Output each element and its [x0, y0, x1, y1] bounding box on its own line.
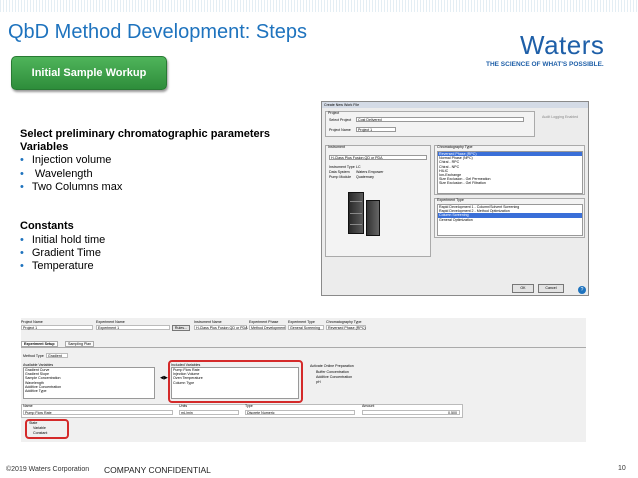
header-instrument-name: Instrument Name — [194, 320, 222, 324]
chromatography-type-field[interactable]: Reversed Phase (RPC) — [326, 325, 366, 330]
project-group-label: Project — [328, 111, 340, 115]
chromatography-type-list[interactable]: Reversed Phase (RPC) Normal Phase (NPC) … — [437, 151, 583, 194]
pump-module-label: Pump Module — [329, 175, 352, 179]
project-name-field[interactable]: Project 1 — [21, 325, 93, 330]
slide: QbD Method Development: Steps Waters THE… — [0, 0, 638, 478]
header-chromatography-type: Chromatography Type — [326, 320, 362, 324]
step-badge: Initial Sample Workup — [11, 56, 167, 90]
project-name-label: Project Name — [329, 128, 351, 132]
data-system-value: Waters Empower — [356, 170, 384, 174]
table-header-units: Units — [179, 404, 188, 408]
constant-item: • Temperature — [20, 260, 94, 272]
instrument-image — [348, 192, 364, 234]
prep-option-radio[interactable]: Buffer Concentration — [316, 370, 349, 374]
table-header-name: Name — [23, 404, 33, 408]
instrument-group-label: Instrument — [328, 145, 345, 149]
step-badge-label: Initial Sample Workup — [31, 67, 147, 79]
experiment-editor: Project Name Experiment Name Instrument … — [21, 318, 586, 442]
instrument-image-side — [366, 200, 380, 236]
included-variables-highlight — [168, 360, 303, 403]
create-work-file-dialog: Create New Work File Project Select Proj… — [321, 101, 589, 296]
list-item[interactable]: Size Exclusion - Gel Filtration — [438, 181, 582, 185]
table-row-name[interactable]: Pump Flow Rate — [23, 410, 173, 415]
header-experiment-type: Experiment Type — [288, 320, 315, 324]
experiment-type-field[interactable]: General Screening — [288, 325, 324, 330]
tab-divider — [21, 347, 586, 348]
variable-item: • Two Columns max — [20, 181, 123, 193]
instrument-dropdown[interactable]: H-Class Plus Fusion QD or PDA — [329, 155, 427, 160]
online-prep-checkbox[interactable]: Activate Online Preparation — [310, 364, 354, 368]
top-decorative-band — [0, 0, 638, 12]
table-row-units[interactable]: mL/min — [179, 410, 239, 415]
page-number: 10 — [618, 465, 626, 472]
experiment-type-group: Experiment Type Rapid Development 1 - Co… — [434, 198, 585, 238]
prep-option-radio[interactable]: pH — [316, 380, 321, 384]
data-system-label: Data System — [329, 170, 350, 174]
variable-item: • Injection volume — [20, 154, 112, 166]
table-row-amount[interactable]: 0.500 — [362, 410, 460, 415]
dialog-title: Create New Work File — [322, 102, 588, 108]
project-name-input[interactable]: Project 1 — [356, 127, 396, 132]
experiment-phase-field[interactable]: Method Development — [249, 325, 286, 330]
list-item[interactable]: Additive Type — [24, 389, 154, 393]
cancel-button[interactable]: Cancel — [538, 284, 564, 293]
table-header-type: Type — [245, 404, 253, 408]
waters-logo: Waters — [520, 30, 605, 60]
experiment-name-field[interactable]: Experiment 1 — [96, 325, 170, 330]
state-highlight — [25, 419, 69, 439]
experiment-type-list[interactable]: Rapid Development 1 - Column/Solvent Scr… — [437, 204, 583, 236]
footer-copyright: ©2019 Waters Corporation — [6, 466, 90, 473]
method-type-dropdown[interactable]: Gradient — [46, 353, 68, 358]
header-experiment-phase: Experiment Phase — [249, 320, 279, 324]
method-type-label: Method Type — [23, 354, 44, 358]
experiment-type-label: Experiment Type — [437, 198, 464, 202]
header-project-name: Project Name — [21, 320, 43, 324]
table-row-type[interactable]: Discrete Numeric — [245, 410, 355, 415]
instrument-group: Instrument H-Class Plus Fusion QD or PDA… — [325, 145, 431, 257]
footer-confidential: COMPANY CONFIDENTIAL — [104, 465, 211, 475]
chromatography-type-label: Chromatography Type — [437, 145, 473, 149]
logo-tagline: THE SCIENCE OF WHAT'S POSSIBLE. — [486, 61, 604, 68]
constants-heading: Constants — [20, 220, 74, 232]
table-header-amount: Amount — [362, 404, 375, 408]
select-project-dropdown[interactable]: Cost Delivered — [356, 117, 524, 122]
slide-title: QbD Method Development: Steps — [8, 21, 308, 43]
instrument-type-label: Instrument Type — [329, 165, 355, 169]
help-icon[interactable]: ? — [578, 286, 586, 294]
instrument-name-field[interactable]: H-Class Plus Fusion QD or PDA — [194, 325, 248, 330]
pump-module-value: Quaternary — [356, 175, 374, 179]
select-project-label: Select Project — [329, 118, 352, 122]
list-item[interactable]: General Optimization — [438, 218, 582, 222]
available-variables-list[interactable]: Gradient Curve Gradient Slope Sample Con… — [23, 367, 155, 399]
instrument-type-value: LC — [356, 165, 361, 169]
prep-option-radio[interactable]: Additive Concentration — [316, 375, 352, 379]
header-experiment-name: Experiment Name — [96, 320, 125, 324]
chromatography-type-group: Chromatography Type Reversed Phase (RPC)… — [434, 145, 585, 195]
rules-button[interactable]: Rules... — [172, 325, 190, 331]
ok-button[interactable]: OK — [512, 284, 534, 293]
audit-logging-checkbox[interactable]: Audit Logging Enabled — [542, 115, 578, 119]
project-group: Project Select Project Cost Delivered Pr… — [325, 111, 535, 137]
